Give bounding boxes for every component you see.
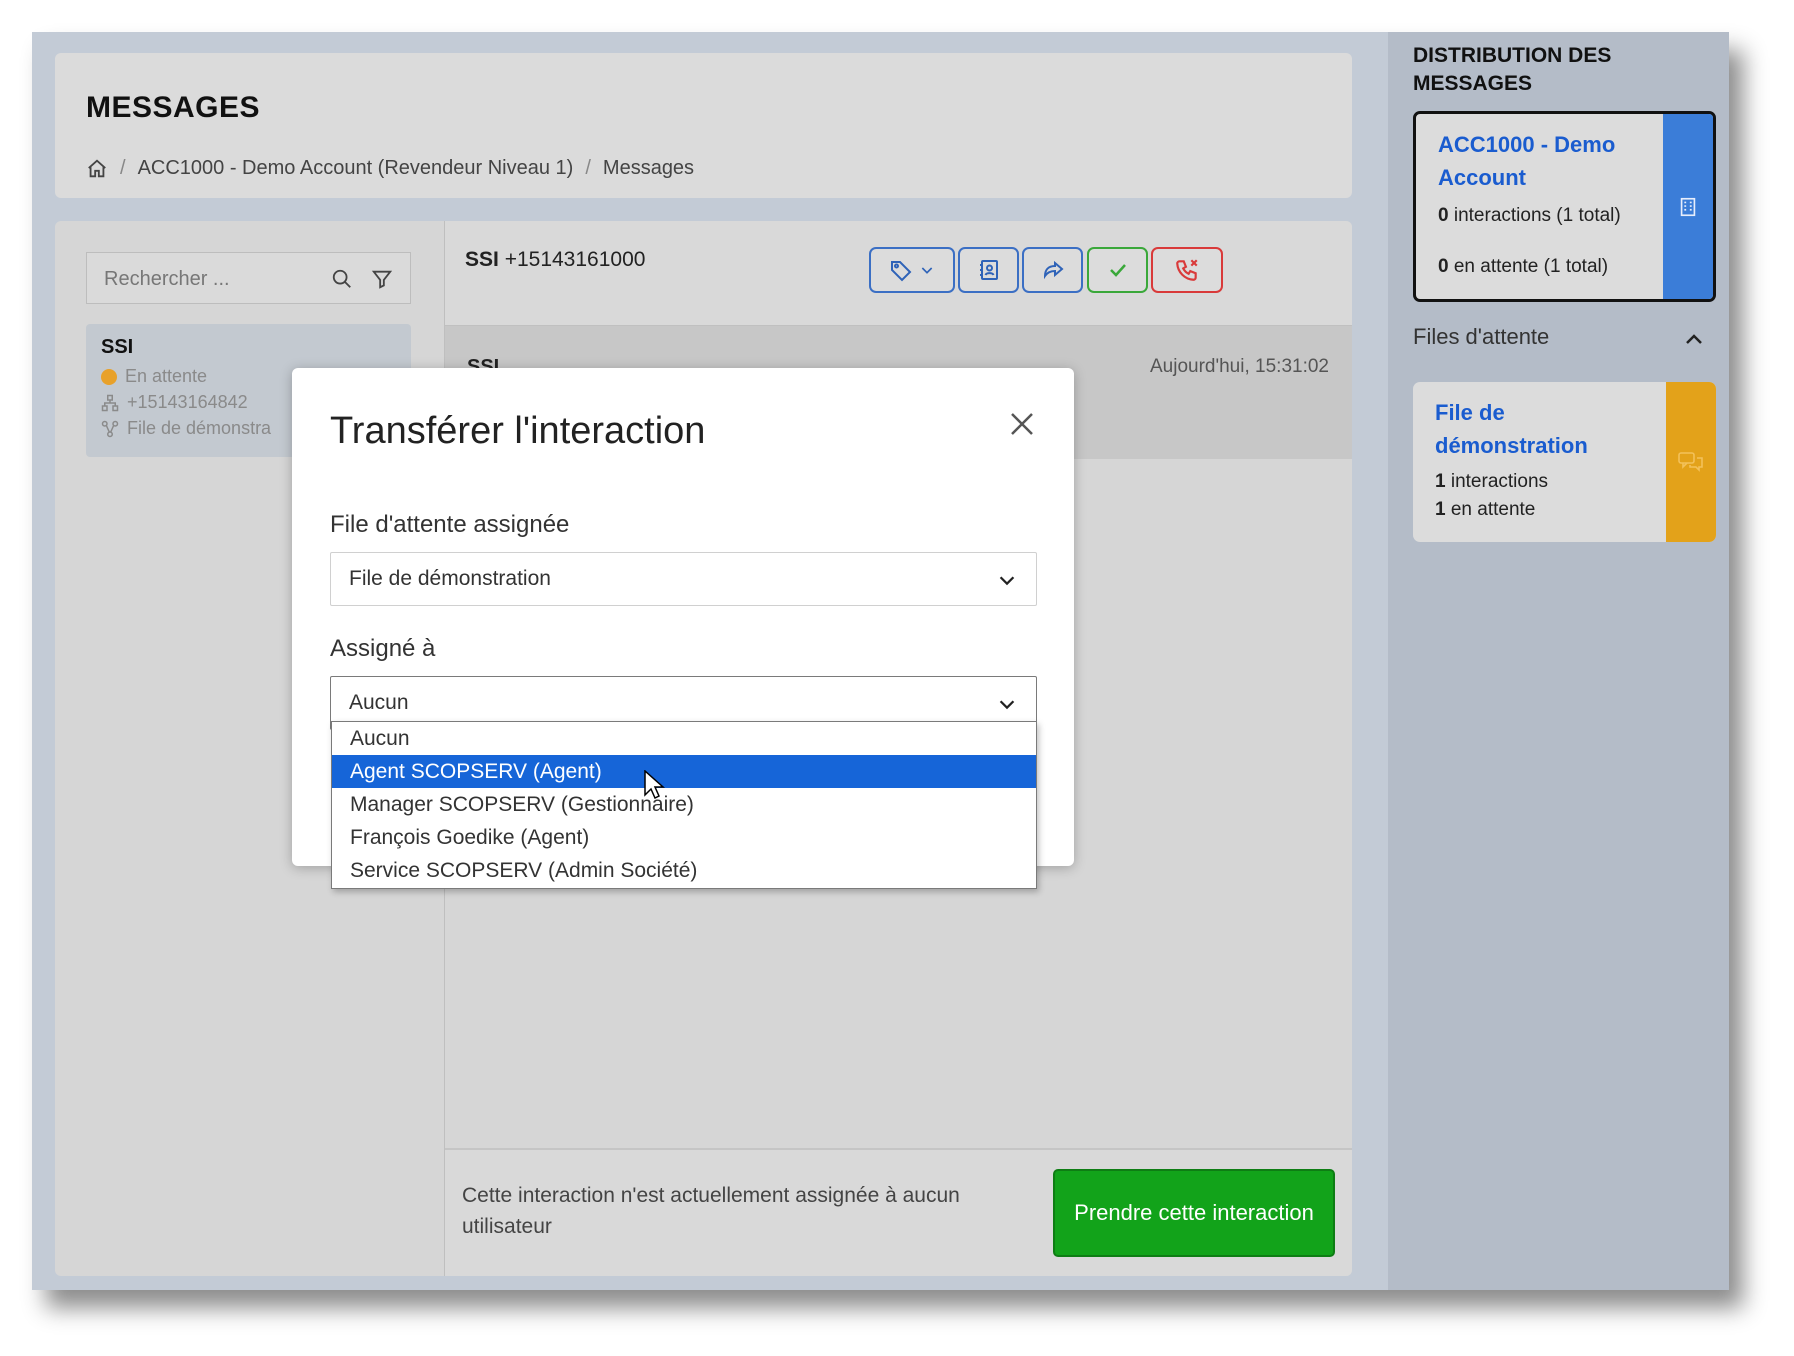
assign-option[interactable]: Aucun	[332, 722, 1036, 755]
assign-option-highlighted[interactable]: Agent SCOPSERV (Agent)	[332, 755, 1036, 788]
chat-bubbles-icon	[1677, 450, 1705, 474]
chevron-down-icon	[996, 693, 1018, 715]
distribution-title: DISTRIBUTION DES MESSAGES	[1413, 44, 1612, 95]
queue-strip	[1666, 382, 1716, 542]
mouse-cursor-icon	[644, 769, 666, 802]
queue-card[interactable]: File de démonstration 1 interactions 1 e…	[1413, 382, 1716, 542]
assign-field-label: Assigné à	[330, 635, 436, 662]
queue-name[interactable]: File de démonstration	[1435, 396, 1635, 462]
queue-interactions-text: interactions	[1450, 471, 1549, 492]
account-interactions-count: 0	[1438, 205, 1449, 226]
queue-select-value: File de démonstration	[349, 567, 551, 590]
queues-section-header[interactable]: Files d'attente	[1413, 324, 1716, 358]
building-icon	[1677, 196, 1699, 218]
account-waiting-count: 0	[1438, 256, 1449, 277]
assign-option[interactable]: Manager SCOPSERV (Gestionnaire)	[332, 788, 1036, 821]
account-interactions-text: interactions (1 total)	[1453, 205, 1621, 226]
queue-interactions: 1 interactions	[1435, 468, 1548, 496]
assign-select-value: Aucun	[349, 691, 409, 714]
assign-options-list: Aucun Agent SCOPSERV (Agent) Manager SCO…	[331, 721, 1037, 889]
account-interactions: 0 interactions (1 total)	[1438, 202, 1648, 230]
queue-interactions-count: 1	[1435, 471, 1446, 492]
modal-title: Transférer l'interaction	[330, 410, 706, 452]
account-waiting: 0 en attente (1 total)	[1438, 253, 1648, 281]
account-waiting-text: en attente (1 total)	[1453, 256, 1609, 277]
queue-waiting-count: 1	[1435, 499, 1446, 520]
distribution-sidebar: DISTRIBUTION DES MESSAGES ACC1000 - Demo…	[1388, 32, 1729, 1290]
queue-field-label: File d'attente assignée	[330, 511, 570, 538]
chevron-down-icon	[996, 569, 1018, 591]
queue-waiting: 1 en attente	[1435, 496, 1535, 524]
account-card[interactable]: ACC1000 - Demo Account 0 interactions (1…	[1413, 111, 1716, 302]
account-strip	[1663, 114, 1713, 299]
close-icon[interactable]	[1006, 408, 1038, 440]
account-name[interactable]: ACC1000 - Demo Account	[1438, 128, 1638, 194]
queues-label: Files d'attente	[1413, 324, 1550, 349]
assign-option[interactable]: Service SCOPSERV (Admin Société)	[332, 854, 1036, 887]
assign-option[interactable]: François Goedike (Agent)	[332, 821, 1036, 854]
queue-select[interactable]: File de démonstration	[330, 552, 1037, 606]
queue-waiting-text: en attente	[1450, 499, 1536, 520]
chevron-up-icon[interactable]	[1682, 328, 1706, 352]
